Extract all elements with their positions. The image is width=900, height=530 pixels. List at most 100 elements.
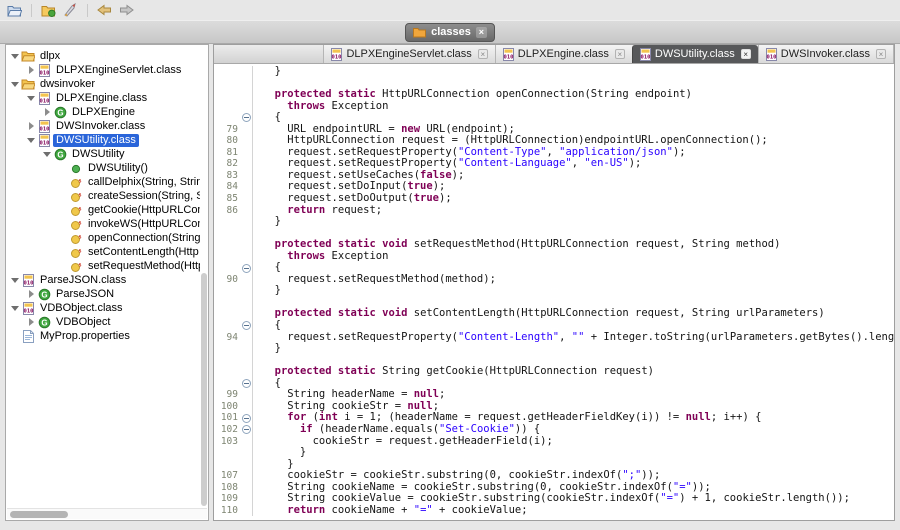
expander-spacer (58, 233, 68, 243)
svg-text:010: 010 (23, 308, 33, 314)
expander-open-icon[interactable] (10, 51, 20, 61)
collapse-icon[interactable] (242, 379, 251, 388)
line-number (214, 366, 240, 378)
tree-item[interactable]: GDWSUtility (6, 147, 200, 161)
editor-tab[interactable]: 010DWSUtility.class× (632, 45, 758, 63)
svg-text:G: G (41, 290, 47, 299)
tree-item[interactable]: sinvokeWS(HttpURLConn (6, 217, 200, 231)
line-number: 83 (214, 170, 240, 182)
tree-item[interactable]: 010DLPXEngineServlet.class (6, 63, 200, 77)
line-number (214, 262, 240, 274)
line-number: 109 (214, 493, 240, 505)
close-icon[interactable]: × (476, 27, 487, 38)
tree-item[interactable]: screateSession(String, St (6, 189, 200, 203)
tree-item[interactable]: sopenConnection(String) (6, 231, 200, 245)
tree-item[interactable]: 010DWSUtility.class (6, 133, 200, 147)
collapse-icon[interactable] (242, 414, 251, 423)
tree-item[interactable]: dwsinvoker (6, 77, 200, 91)
code-line: protected static void setContentLength(H… (214, 308, 894, 320)
line-number: 102 (214, 424, 240, 436)
tab-close-icon[interactable]: × (615, 49, 625, 59)
expander-closed-icon[interactable] (26, 289, 36, 299)
fold-gutter (240, 239, 253, 251)
tree-item[interactable]: dlpx (6, 49, 200, 63)
window-tab-label: classes (431, 26, 471, 38)
line-number: 81 (214, 147, 240, 159)
expander-open-icon[interactable] (10, 303, 20, 313)
expander-open-icon[interactable] (10, 275, 20, 285)
line-number: 84 (214, 181, 240, 193)
tree-item[interactable]: GVDBObject (6, 315, 200, 329)
static-method-icon: s (69, 260, 83, 273)
open-file-icon[interactable] (7, 4, 22, 17)
static-method-icon: s (69, 204, 83, 217)
line-number: 94 (214, 332, 240, 344)
expander-closed-icon[interactable] (26, 121, 36, 131)
back-icon[interactable] (97, 4, 112, 16)
expander-open-icon[interactable] (42, 149, 52, 159)
static-method-icon: s (69, 246, 83, 259)
tree-horizontal-scrollbar-thumb[interactable] (10, 511, 68, 518)
tree-item[interactable]: GParseJSON (6, 287, 200, 301)
tab-close-icon[interactable]: × (478, 49, 488, 59)
line-number: 100 (214, 401, 240, 413)
expander-open-icon[interactable] (26, 135, 36, 145)
svg-text:010: 010 (39, 140, 49, 146)
properties-file-icon (21, 330, 35, 343)
tree-item[interactable]: 010VDBObject.class (6, 301, 200, 315)
fold-gutter (240, 389, 253, 401)
line-number (214, 447, 240, 459)
class-file-icon: 010 (37, 64, 51, 77)
expander-closed-icon[interactable] (26, 65, 36, 75)
line-number: 101 (214, 412, 240, 424)
tree-item[interactable]: ssetContentLength(Http (6, 245, 200, 259)
tree-horizontal-scrollbar[interactable] (7, 508, 207, 519)
collapse-icon[interactable] (242, 321, 251, 330)
tree-item[interactable]: GDLPXEngine (6, 105, 200, 119)
code-text: } (253, 216, 281, 228)
code-text: request.setRequestProperty("Content-Leng… (253, 332, 894, 344)
tree-item[interactable]: scallDelphix(String, Strin (6, 175, 200, 189)
fold-gutter (240, 412, 253, 424)
tree-item[interactable]: 010DLPXEngine.class (6, 91, 200, 105)
expander-open-icon[interactable] (10, 79, 20, 89)
tree-item[interactable]: 010DWSInvoker.class (6, 119, 200, 133)
class-file-icon: 010 (331, 48, 342, 61)
tab-close-icon[interactable]: × (741, 49, 751, 59)
tree-item[interactable]: sgetCookie(HttpURLCon (6, 203, 200, 217)
tree-item[interactable]: ssetRequestMethod(Http (6, 259, 200, 273)
tab-close-icon[interactable]: × (876, 49, 886, 59)
code-line: 86 return request; (214, 205, 894, 217)
expander-closed-icon[interactable] (42, 107, 52, 117)
fold-gutter (240, 274, 253, 286)
code-line: 94 request.setRequestProperty("Content-L… (214, 332, 894, 344)
search-icon[interactable] (63, 3, 78, 17)
fold-gutter (240, 251, 253, 263)
fold-gutter (240, 124, 253, 136)
fold-gutter (240, 482, 253, 494)
expander-closed-icon[interactable] (26, 317, 36, 327)
tree-vertical-scrollbar[interactable] (201, 273, 207, 506)
tree-item-label: dlpx (37, 50, 63, 63)
expander-spacer (58, 261, 68, 271)
fold-gutter (240, 158, 253, 170)
window-tab-classes[interactable]: classes × (405, 23, 495, 42)
line-number (214, 297, 240, 309)
open-type-icon[interactable] (41, 4, 56, 17)
collapse-icon[interactable] (242, 264, 251, 273)
code-editor[interactable]: } protected static HttpURLConnection ope… (214, 64, 894, 520)
collapse-icon[interactable] (242, 425, 251, 434)
editor-tab[interactable]: 010DLPXEngineServlet.class× (323, 45, 494, 63)
toolbar (0, 0, 900, 20)
forward-icon[interactable] (119, 4, 134, 16)
tree-item[interactable]: MyProp.properties (6, 329, 200, 343)
editor-tab[interactable]: 010DLPXEngine.class× (495, 45, 632, 63)
tree-item[interactable]: 010ParseJSON.class (6, 273, 200, 287)
editor-tab[interactable]: 010DWSInvoker.class× (758, 45, 894, 63)
collapse-icon[interactable] (242, 113, 251, 122)
fold-gutter (240, 170, 253, 182)
package-tree: dlpx010DLPXEngineServlet.classdwsinvoker… (6, 49, 200, 507)
expander-spacer (58, 191, 68, 201)
tree-item[interactable]: DWSUtility() (6, 161, 200, 175)
expander-open-icon[interactable] (26, 93, 36, 103)
